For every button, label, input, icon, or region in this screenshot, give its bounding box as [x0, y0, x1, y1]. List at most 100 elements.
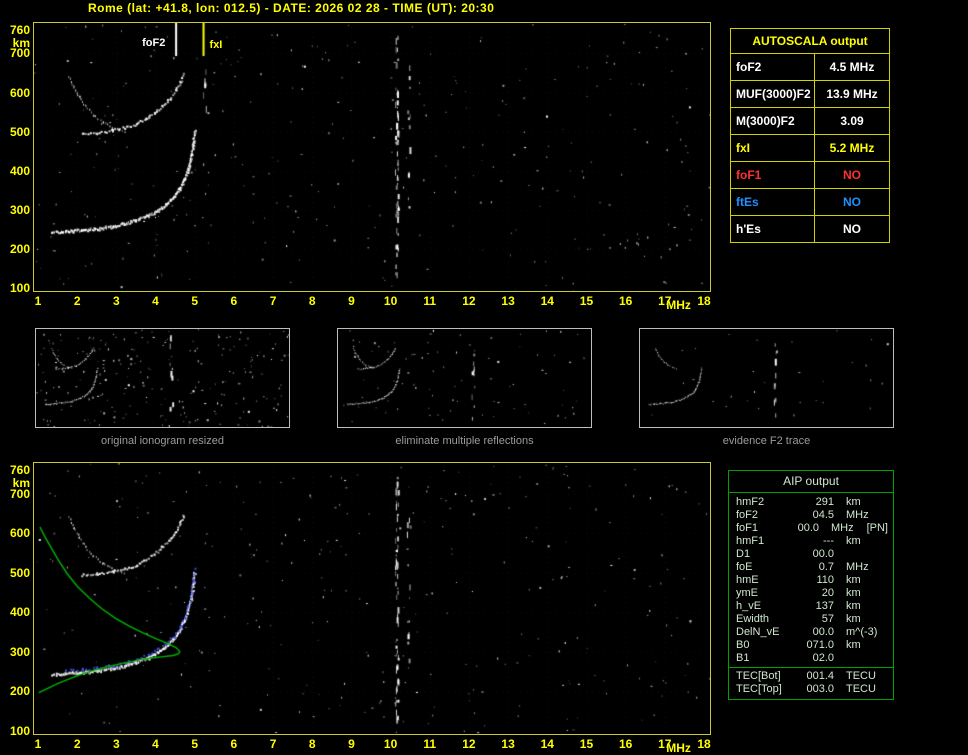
parameter-value: 291: [815, 496, 834, 508]
parameter-unit: m^(-3): [846, 626, 878, 638]
x-tick-label: 5: [191, 294, 199, 308]
x-tick-label: 2: [73, 737, 81, 751]
y-tick-label: 760: [9, 463, 30, 477]
x-tick-label: 10: [383, 737, 398, 751]
parameter-label: ftEs: [731, 189, 815, 215]
parameter-unit: km: [846, 587, 861, 599]
autoscala-table-rows: foF2 4.5 MHz MUF(3000)F2 13.9 MHz M(3000)F2 3…: [731, 53, 889, 242]
parameter-value: 071.0: [806, 639, 834, 651]
parameter-label: foF1: [731, 162, 815, 188]
parameter-label: h_vE: [736, 600, 762, 612]
x-tick-label: 4: [152, 294, 159, 308]
parameter-label: ymE: [736, 587, 758, 599]
y-tick-label: 500: [9, 565, 30, 580]
parameter-label: MUF(3000)F2: [731, 81, 815, 107]
ionogram-plot-bottom: [33, 462, 711, 735]
x-tick-label: 13: [501, 737, 515, 751]
aip-table-title: AIP output: [729, 471, 893, 493]
parameter-value: 02.0: [812, 652, 834, 664]
parameter-value: NO: [843, 195, 861, 209]
thumbnail-caption-eliminate: eliminate multiple reflections: [395, 435, 534, 447]
page-title: Rome (lat: +41.8, lon: 012.5) - DATE: 20…: [88, 1, 495, 15]
aip-table-row: ymE 20 km: [729, 587, 893, 600]
x-tick-label: 16: [618, 294, 633, 308]
parameter-value: NO: [843, 168, 861, 182]
parameter-value: 04.5: [812, 509, 834, 521]
thumbnail-eliminate-reflections: [337, 328, 592, 428]
parameter-unit: km: [846, 574, 861, 586]
parameter-unit: [834, 652, 888, 665]
parameter-label: foF1: [736, 522, 759, 534]
aip-table-row: hmE 110 km: [729, 574, 893, 587]
y-tick-label: 500: [9, 124, 30, 139]
parameter-value: 20: [821, 587, 834, 599]
aip-table-row: h_vE 137 km: [729, 600, 893, 613]
y-tick-label: 200: [9, 684, 30, 699]
x-tick-label: 18: [697, 294, 711, 308]
aip-table-rows: hmF2 291 km foF2 04.5 MHz foF1 00.0 MHz [PN] hmF1-…: [729, 493, 893, 667]
parameter-unit: [834, 548, 888, 561]
parameter-unit: km: [846, 613, 861, 625]
aip-table-row: hmF2 291 km: [729, 496, 893, 509]
aip-table-row: hmF1 --- km: [729, 535, 893, 548]
x-tick-label: 11: [423, 294, 437, 308]
parameter-value: 110: [816, 574, 834, 586]
parameter-unit: TECU: [846, 670, 876, 682]
parameter-unit: km: [846, 639, 861, 651]
parameter-label: B0: [736, 639, 750, 651]
aip-table-row: B0 071.0 km: [729, 639, 893, 652]
aip-table-tec-rows: TEC[Bot] 001.4 TECU TEC[Top] 003.0 TECU: [729, 667, 893, 699]
parameter-value: 5.2 MHz: [829, 141, 875, 155]
x-tick-label: 6: [230, 737, 238, 751]
ionogram-top-canvas: [34, 23, 710, 291]
x-tick-label: 4: [152, 737, 159, 751]
aip-output-table: AIP output hmF2 291 km foF2 04.5 MHz foF1 00.0 M…: [728, 470, 894, 700]
parameter-label: hmE: [736, 574, 759, 586]
x-tick-label: 12: [462, 737, 476, 751]
parameter-unit: km: [846, 600, 861, 612]
thumbnail-caption-evidence: evidence F2 trace: [722, 435, 811, 447]
x-tick-label: 14: [540, 294, 554, 308]
autoscala-table-row: MUF(3000)F2 13.9 MHz: [731, 80, 889, 107]
parameter-value: 57: [821, 613, 834, 625]
parameter-value: 3.09: [840, 114, 864, 128]
x-tick-label: 18: [697, 737, 711, 751]
thumbnail-eliminate-canvas: [338, 329, 591, 427]
parameter-label: hmF2: [736, 496, 765, 508]
ionogram-bottom-canvas: [34, 463, 710, 734]
autoscala-table-title: AUTOSCALA output: [752, 34, 868, 48]
autoscala-table-row: foF1 NO: [731, 161, 889, 188]
x-tick-label: 13: [501, 294, 515, 308]
parameter-label: D1: [736, 548, 751, 560]
aip-table-row: DelN_vE 00.0 m^(-3): [729, 626, 893, 639]
parameter-label: DelN_vE: [736, 626, 780, 638]
autoscala-output-table: AUTOSCALA output foF2 4.5 MHz MUF(3000)F2 1…: [730, 28, 890, 243]
x-tick-label: 5: [191, 737, 199, 751]
parameter-value: 4.5 MHz: [829, 60, 875, 74]
y-tick-label: 100: [9, 281, 30, 295]
parameter-unit: MHz: [846, 561, 869, 573]
annotation-fof2: foF2: [142, 37, 166, 49]
parameter-unit: MHz: [831, 522, 854, 534]
x-tick-label: 1: [34, 294, 42, 308]
x-axis-unit-label: MHz: [666, 741, 691, 755]
x-tick-label: 16: [618, 737, 633, 751]
aip-table-row: B1 02.0: [729, 652, 893, 665]
parameter-label: TEC[Top]: [736, 683, 782, 695]
parameter-value: 003.0: [806, 683, 834, 695]
x-tick-label: 3: [113, 737, 120, 751]
aip-table-row: foE 0.7 MHz: [729, 561, 893, 574]
x-tick-label: 8: [308, 737, 316, 751]
parameter-unit: km: [846, 496, 861, 508]
x-tick-label: 7: [269, 737, 277, 751]
thumbnail-original-ionogram: [35, 328, 290, 428]
x-tick-label: 12: [462, 294, 476, 308]
parameter-label: h'Es: [731, 216, 815, 242]
parameter-label: Ewidth: [736, 613, 770, 625]
autoscala-app: Rome (lat: +41.8, lon: 012.5) - DATE: 20…: [0, 0, 968, 755]
y-tick-label: 600: [9, 526, 30, 541]
parameter-label: foF2: [736, 509, 759, 521]
parameter-value: ---: [823, 535, 834, 547]
aip-table-row: Ewidth 57 km: [729, 613, 893, 626]
y-axis-unit-label: km: [12, 476, 30, 490]
